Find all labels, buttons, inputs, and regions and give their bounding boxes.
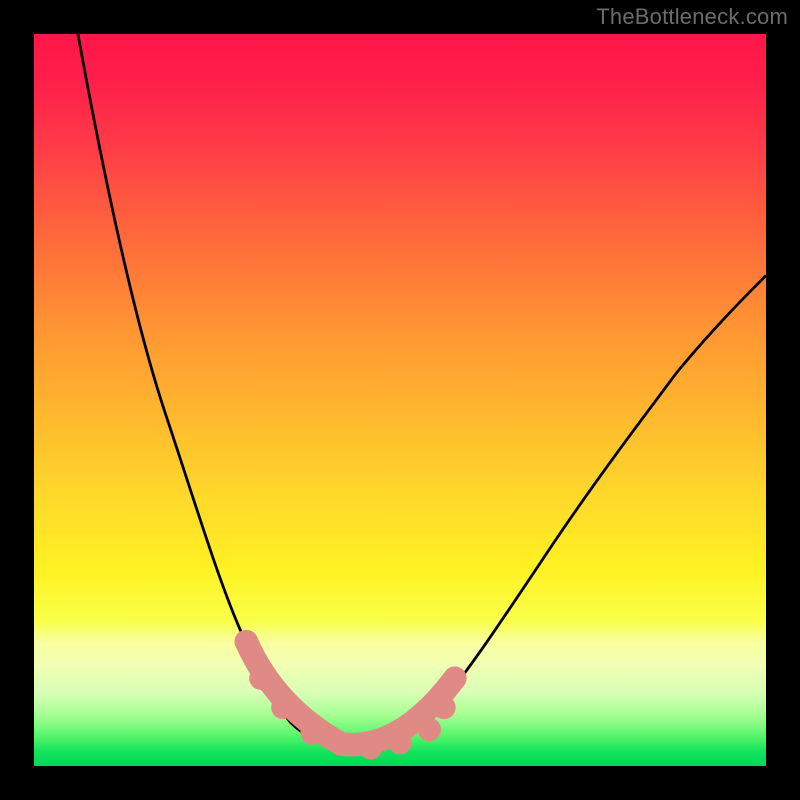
watermark-text: TheBottleneck.com [596,4,788,30]
bottleneck-curve [78,34,766,749]
bottleneck-low-markers [235,630,467,760]
chart-frame: TheBottleneck.com [0,0,800,800]
chart-svg [34,34,766,766]
chart-plot-area [34,34,766,766]
